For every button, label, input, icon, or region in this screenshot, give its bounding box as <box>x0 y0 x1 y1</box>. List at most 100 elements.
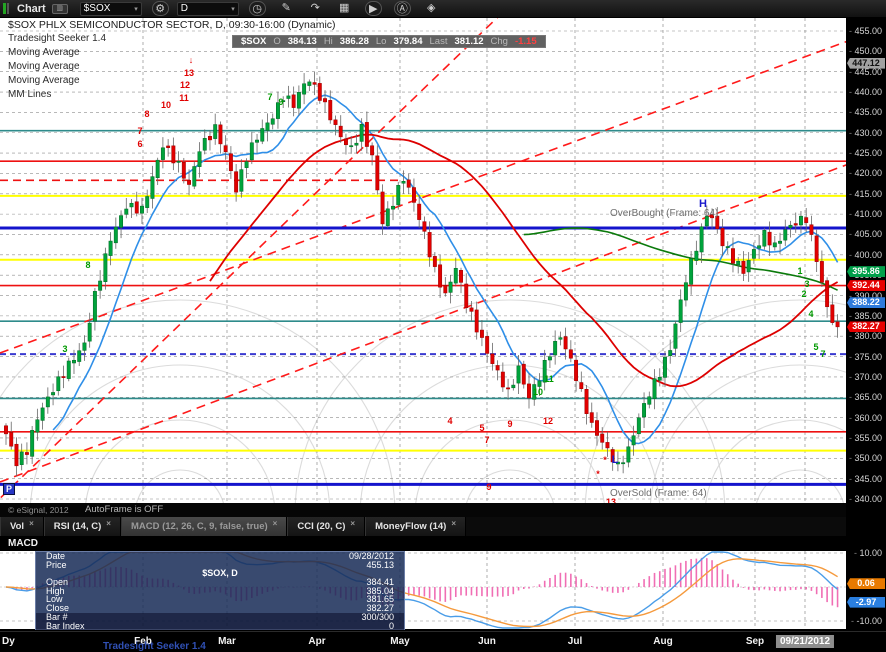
price-tick: 350.00 <box>849 453 882 463</box>
price-tick: 435.00 <box>849 107 882 117</box>
tab-close-icon[interactable]: × <box>106 519 111 528</box>
tab-macd[interactable]: MACD (12, 26, C, 9, false, true) × <box>120 517 288 536</box>
chevron-down-icon[interactable]: ▾ <box>134 5 138 13</box>
chart-window: Chart ▥ $SOX ▾ ⚙ D ▾ ◷ ✎ ↷ ▦ ▶ Ⓐ ◈ $SOX PHLX S… <box>0 0 886 652</box>
high-label: Hi <box>323 36 333 47</box>
price-badge: 382.27 <box>847 321 885 333</box>
tab-label: MACD (12, 26, C, 9, false, true) <box>130 521 268 532</box>
watermark-text: Tradesight Seeker 1.4 <box>103 641 206 652</box>
seeker-count-annotation: 12 <box>179 80 191 90</box>
price-badge: 392.44 <box>847 280 885 292</box>
last-label: Last <box>429 36 448 47</box>
tooltip-row: Close 382.27 <box>46 603 394 614</box>
tooltip-row: High 385.04 <box>46 585 394 596</box>
interval-input[interactable]: D ▾ <box>176 1 239 16</box>
pivot-p-badge: P <box>3 483 15 495</box>
seeker-count-annotation: 5 <box>479 423 485 433</box>
macd-tick: 10.00 <box>854 548 882 558</box>
tab-vol[interactable]: Vol × <box>0 517 44 536</box>
month-label: Jul <box>567 636 583 647</box>
tab-close-icon[interactable]: × <box>273 519 278 528</box>
price-tick: 380.00 <box>849 331 882 341</box>
tooltip-row: Low 381.65 <box>46 594 394 605</box>
open-label: O <box>273 36 281 47</box>
quote-databar: $SOX O 384.13 Hi 386.28 Lo 379.84 Last 3… <box>232 35 546 48</box>
swing-l-marker: L <box>611 454 619 466</box>
month-label: Sep <box>745 636 765 647</box>
low-value: 379.84 <box>393 36 423 47</box>
price-tick: 455.00 <box>849 26 882 36</box>
price-tick: 365.00 <box>849 392 882 402</box>
tab-close-icon[interactable]: × <box>350 519 355 528</box>
tooltip-row: Bar #300/300 <box>36 612 404 622</box>
tooltip-row: Open 384.41 <box>46 577 394 588</box>
price-tick: 440.00 <box>849 87 882 97</box>
symbol-input[interactable]: $SOX ▾ <box>79 1 142 16</box>
tab-rsi[interactable]: RSI (14, C) × <box>43 517 121 536</box>
window-link-icon[interactable] <box>3 3 9 14</box>
price-badge: 388.22 <box>847 297 885 309</box>
legend-item: Moving Average <box>8 75 80 86</box>
seeker-count-annotation: * <box>596 469 600 479</box>
copyright-text: © eSignal, 2012 <box>8 505 69 515</box>
auto-scale-icon[interactable]: Ⓐ <box>393 1 411 16</box>
autoframe-status: AutoFrame is OFF <box>85 504 164 515</box>
symbol-search-icon[interactable]: ⚙ <box>151 1 169 16</box>
price-tick: 360.00 <box>849 413 882 423</box>
symbol-value: $SOX <box>83 3 111 14</box>
seeker-count-annotation: 7 <box>267 92 273 102</box>
toolbar: Chart ▥ $SOX ▾ ⚙ D ▾ ◷ ✎ ↷ ▦ ▶ Ⓐ ◈ <box>0 0 886 18</box>
tooltip-row: Bar Index 0 <box>36 621 404 631</box>
tab-label: MoneyFlow (14) <box>375 521 447 532</box>
seeker-count-annotation: 1 <box>797 266 803 276</box>
month-label: Aug <box>653 636 673 647</box>
tab-label: Vol <box>10 521 25 532</box>
layout-badge-icon[interactable]: ▥ <box>51 3 68 14</box>
seeker-count-annotation: 11 <box>544 374 554 384</box>
seeker-count-annotation: 9 <box>486 482 492 492</box>
month-label: Apr <box>308 636 326 647</box>
interval-clock-icon[interactable]: ◷ <box>248 1 266 16</box>
tab-cci[interactable]: CCI (20, C) × <box>287 517 366 536</box>
indicator-tabs: Vol × RSI (14, C) × MACD (12, 26, C, 9, fals… <box>0 517 846 536</box>
price-tick: 415.00 <box>849 189 882 199</box>
interval-value: D <box>180 3 188 14</box>
seeker-count-annotation: 11 <box>179 93 189 103</box>
seeker-count-annotation: ↓ <box>188 55 194 65</box>
price-tick: 425.00 <box>849 148 882 158</box>
seeker-count-annotation: 8 <box>144 109 150 119</box>
legend-item: Moving Average <box>8 61 80 72</box>
seeker-count-annotation: 7 <box>137 126 143 136</box>
cursor-date-badge: 09/21/2012 <box>775 635 835 648</box>
seeker-count-annotation: 7 <box>820 349 826 359</box>
tooltip-row: Date 09/28/2012 <box>46 551 394 561</box>
tab-moneyflow[interactable]: MoneyFlow (14) × <box>365 517 466 536</box>
eraser-icon[interactable]: ◈ <box>423 1 440 16</box>
seeker-count-annotation: 8 <box>85 260 91 270</box>
seeker-count-annotation: 4 <box>808 309 814 319</box>
macd-panel-header <box>0 536 846 551</box>
chevron-down-icon[interactable]: ▾ <box>231 5 235 13</box>
databar-symbol: $SOX <box>241 36 267 47</box>
open-value: 384.13 <box>287 36 317 47</box>
price-tick: 340.00 <box>849 494 882 504</box>
legend-item: MM Lines <box>8 89 52 100</box>
draw-pencil-icon[interactable]: ✎ <box>278 1 295 16</box>
seeker-count-annotation: 10 <box>532 387 544 397</box>
month-label: Mar <box>218 636 236 647</box>
price-tick: 420.00 <box>849 168 882 178</box>
time-axis-partial-label: Dy <box>2 636 15 647</box>
seeker-count-annotation: 7 <box>484 435 490 445</box>
data-window-icon[interactable]: ▦ <box>336 1 353 16</box>
seeker-count-annotation: 10 <box>160 100 172 110</box>
play-forward-icon[interactable]: ▶ <box>364 1 382 16</box>
low-label: Lo <box>375 36 387 47</box>
macd-badge: 0.06 <box>847 578 885 590</box>
tab-close-icon[interactable]: × <box>29 519 34 528</box>
seeker-count-annotation: 4 <box>447 416 453 426</box>
tab-close-icon[interactable]: × <box>451 519 456 528</box>
oversold-label: OverSold (Frame: 64) <box>610 488 707 499</box>
last-value: 381.12 <box>454 36 484 47</box>
retracement-tool-icon[interactable]: ↷ <box>307 1 324 16</box>
price-axis[interactable]: 455.00450.00445.00440.00435.00430.00425.… <box>846 0 886 652</box>
